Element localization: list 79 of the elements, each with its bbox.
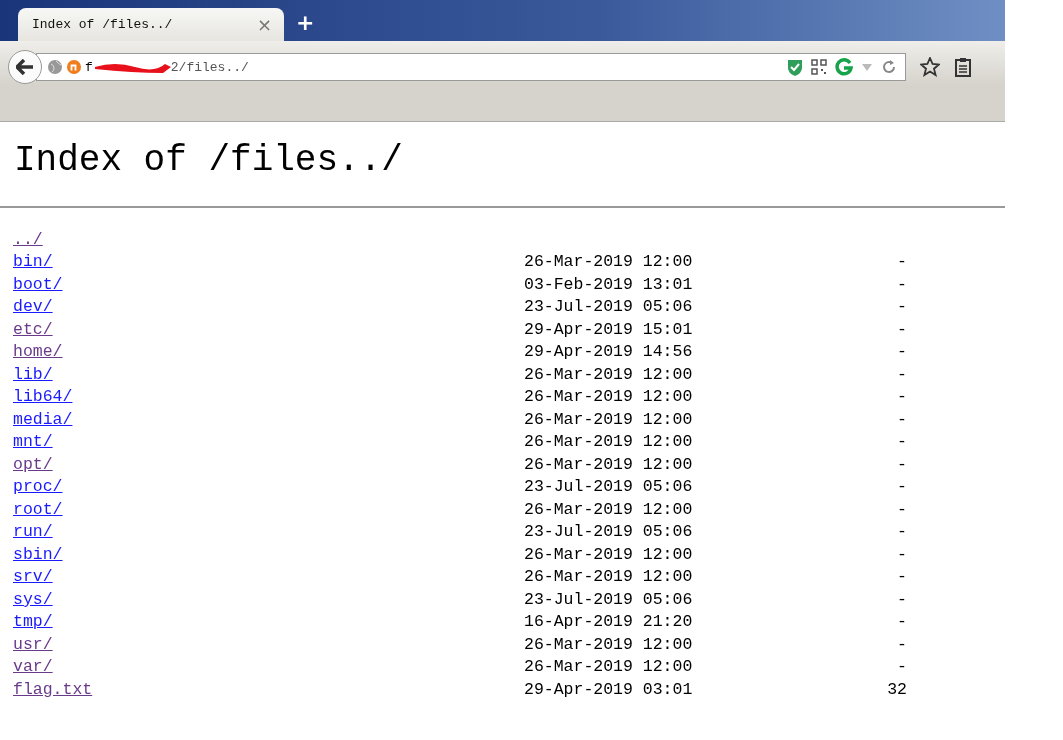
modified-date: 26-Mar-2019 12:00: [524, 409, 694, 429]
file-size: 32: [887, 679, 907, 699]
back-arrow-icon: [16, 59, 34, 75]
modified-date: 23-Jul-2019 05:06: [524, 477, 694, 497]
file-size: -: [897, 364, 907, 384]
file-size: -: [897, 477, 907, 497]
modified-date: 26-Mar-2019 12:00: [524, 634, 694, 654]
file-link[interactable]: flag.txt: [13, 679, 93, 699]
file-link[interactable]: ../: [13, 229, 43, 249]
modified-date: 23-Jul-2019 05:06: [524, 297, 694, 317]
file-link[interactable]: proc/: [13, 477, 63, 497]
modified-date: 26-Mar-2019 12:00: [524, 432, 694, 452]
file-size: -: [897, 589, 907, 609]
file-size: -: [897, 522, 907, 542]
file-size: -: [897, 657, 907, 677]
file-link[interactable]: sbin/: [13, 544, 63, 564]
file-size: -: [897, 544, 907, 564]
clipboard-icon[interactable]: [954, 57, 972, 77]
modified-date: 26-Mar-2019 12:00: [524, 364, 694, 384]
file-link[interactable]: root/: [13, 499, 63, 519]
back-button[interactable]: [8, 50, 42, 84]
modified-date: 26-Mar-2019 12:00: [524, 387, 694, 407]
file-size: -: [897, 634, 907, 654]
new-tab-button[interactable]: +: [296, 10, 315, 35]
modified-date: 26-Mar-2019 12:00: [524, 454, 694, 474]
modified-date: 26-Mar-2019 12:00: [524, 567, 694, 587]
file-link[interactable]: boot/: [13, 274, 63, 294]
tab-title: Index of /files../: [32, 17, 173, 32]
file-size: -: [897, 454, 907, 474]
globe-icon: [47, 59, 63, 75]
qr-code-icon[interactable]: [811, 59, 827, 75]
file-size: -: [897, 274, 907, 294]
modified-date: 16-Apr-2019 21:20: [524, 612, 694, 632]
file-size: -: [897, 252, 907, 272]
file-size: -: [897, 297, 907, 317]
file-size: -: [897, 499, 907, 519]
file-link[interactable]: bin/: [13, 252, 53, 272]
file-link[interactable]: var/: [13, 657, 53, 677]
file-link[interactable]: mnt/: [13, 432, 53, 452]
file-size: -: [897, 319, 907, 339]
file-link[interactable]: sys/: [13, 589, 53, 609]
file-link[interactable]: lib/: [13, 364, 53, 384]
browser-tab[interactable]: Index of /files../ ×: [18, 8, 284, 41]
file-size: -: [897, 409, 907, 429]
file-link[interactable]: etc/: [13, 319, 53, 339]
file-link[interactable]: opt/: [13, 454, 53, 474]
reload-icon[interactable]: [881, 59, 897, 75]
shield-check-icon[interactable]: [787, 58, 803, 76]
modified-date: 29-Apr-2019 14:56: [524, 342, 694, 362]
modified-date: 23-Jul-2019 05:06: [524, 589, 694, 609]
modified-date: 29-Apr-2019 15:01: [524, 319, 694, 339]
file-link[interactable]: dev/: [13, 297, 53, 317]
circle-n-icon: [67, 60, 81, 74]
file-size: -: [897, 342, 907, 362]
modified-date: 26-Mar-2019 12:00: [524, 252, 694, 272]
file-size: -: [897, 567, 907, 587]
modified-date: 26-Mar-2019 12:00: [524, 544, 694, 564]
modified-date: 23-Jul-2019 05:06: [524, 522, 694, 542]
modified-date: 03-Feb-2019 13:01: [524, 274, 694, 294]
file-size: -: [897, 432, 907, 452]
url-text: f: [85, 59, 93, 75]
file-link[interactable]: run/: [13, 522, 53, 542]
file-link[interactable]: srv/: [13, 567, 53, 587]
file-link[interactable]: media/: [13, 409, 73, 429]
modified-date: 26-Mar-2019 12:00: [524, 657, 694, 677]
file-size: -: [897, 387, 907, 407]
close-icon[interactable]: ×: [256, 14, 272, 35]
url-text: 2/files../: [170, 59, 249, 75]
address-bar[interactable]: f 2/files../: [36, 53, 906, 81]
file-size: -: [897, 612, 907, 632]
file-link[interactable]: home/: [13, 342, 63, 362]
star-icon[interactable]: [920, 57, 940, 77]
file-link[interactable]: tmp/: [13, 612, 53, 632]
file-link[interactable]: usr/: [13, 634, 53, 654]
file-link[interactable]: lib64/: [13, 387, 73, 407]
g-logo-icon[interactable]: [835, 58, 853, 76]
modified-date: 26-Mar-2019 12:00: [524, 499, 694, 519]
modified-date: 29-Apr-2019 03:01: [524, 679, 694, 699]
page-heading: Index of /files../: [14, 139, 404, 183]
